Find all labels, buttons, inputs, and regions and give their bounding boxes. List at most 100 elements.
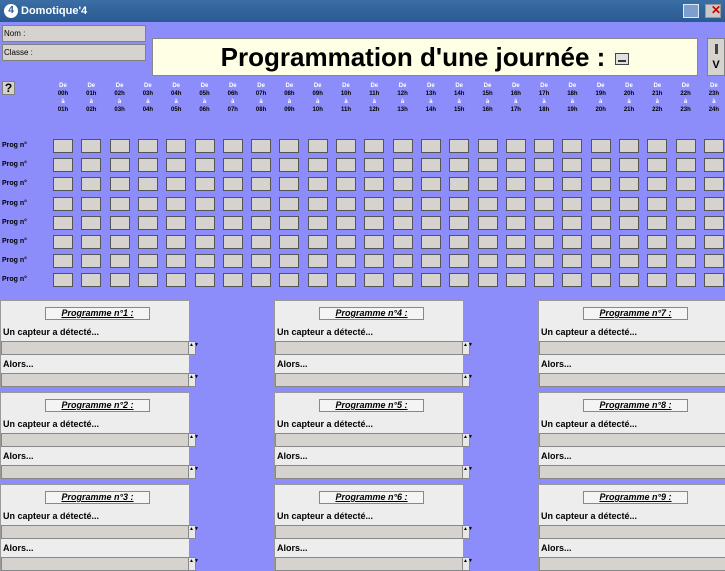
scroll-arrows-icon[interactable]: ▲▼ bbox=[462, 526, 473, 538]
schedule-slot[interactable] bbox=[194, 215, 215, 230]
scroll-arrows-icon[interactable]: ▲▼ bbox=[462, 434, 473, 446]
schedule-slot[interactable] bbox=[477, 273, 498, 288]
schedule-slot[interactable] bbox=[222, 215, 243, 230]
schedule-slot[interactable] bbox=[81, 139, 102, 153]
schedule-slot[interactable] bbox=[590, 196, 611, 211]
schedule-slot[interactable] bbox=[336, 139, 356, 153]
schedule-slot[interactable] bbox=[81, 273, 102, 288]
sensor-field[interactable]: ▲▼ bbox=[275, 341, 473, 355]
schedule-slot[interactable] bbox=[251, 177, 272, 192]
schedule-slot[interactable] bbox=[505, 177, 526, 192]
schedule-slot[interactable] bbox=[53, 215, 73, 230]
sensor-field[interactable]: ▲▼ bbox=[539, 433, 725, 447]
schedule-slot[interactable] bbox=[392, 235, 413, 249]
schedule-slot[interactable] bbox=[279, 215, 300, 230]
schedule-slot[interactable] bbox=[109, 139, 130, 153]
schedule-slot[interactable] bbox=[166, 215, 187, 230]
schedule-slot[interactable] bbox=[420, 215, 441, 230]
sensor-field[interactable]: ▲▼ bbox=[1, 525, 199, 539]
schedule-slot[interactable] bbox=[534, 177, 555, 192]
schedule-slot[interactable] bbox=[279, 139, 300, 153]
schedule-slot[interactable] bbox=[222, 177, 243, 192]
schedule-slot[interactable] bbox=[647, 177, 668, 192]
scroll-arrows-icon[interactable]: ▲▼ bbox=[188, 342, 199, 354]
schedule-slot[interactable] bbox=[336, 196, 356, 211]
schedule-slot[interactable] bbox=[137, 273, 158, 288]
schedule-slot[interactable] bbox=[534, 273, 555, 288]
schedule-slot[interactable] bbox=[279, 273, 300, 288]
schedule-slot[interactable] bbox=[619, 273, 639, 288]
schedule-slot[interactable] bbox=[279, 177, 300, 192]
schedule-slot[interactable] bbox=[675, 158, 696, 173]
schedule-slot[interactable] bbox=[420, 158, 441, 173]
schedule-slot[interactable] bbox=[392, 254, 413, 269]
schedule-slot[interactable] bbox=[420, 273, 441, 288]
scroll-arrows-icon[interactable]: ▲▼ bbox=[188, 466, 199, 478]
schedule-slot[interactable] bbox=[619, 177, 639, 192]
action-field[interactable]: ▲▼ bbox=[539, 373, 725, 387]
schedule-slot[interactable] bbox=[194, 235, 215, 249]
schedule-slot[interactable] bbox=[534, 196, 555, 211]
action-field[interactable]: ▲▼ bbox=[1, 373, 199, 387]
schedule-slot[interactable] bbox=[137, 235, 158, 249]
schedule-slot[interactable] bbox=[109, 177, 130, 192]
schedule-slot[interactable] bbox=[562, 273, 583, 288]
schedule-slot[interactable] bbox=[251, 196, 272, 211]
schedule-slot[interactable] bbox=[562, 196, 583, 211]
schedule-slot[interactable] bbox=[109, 196, 130, 211]
schedule-slot[interactable] bbox=[307, 273, 328, 288]
schedule-slot[interactable] bbox=[675, 273, 696, 288]
schedule-slot[interactable] bbox=[562, 254, 583, 269]
schedule-slot[interactable] bbox=[109, 254, 130, 269]
schedule-slot[interactable] bbox=[703, 273, 724, 288]
schedule-slot[interactable] bbox=[477, 235, 498, 249]
schedule-slot[interactable] bbox=[647, 196, 668, 211]
schedule-slot[interactable] bbox=[53, 158, 73, 173]
schedule-slot[interactable] bbox=[279, 254, 300, 269]
schedule-slot[interactable] bbox=[534, 254, 555, 269]
schedule-slot[interactable] bbox=[590, 158, 611, 173]
schedule-slot[interactable] bbox=[534, 139, 555, 153]
schedule-slot[interactable] bbox=[590, 273, 611, 288]
schedule-slot[interactable] bbox=[137, 215, 158, 230]
schedule-slot[interactable] bbox=[534, 235, 555, 249]
schedule-slot[interactable] bbox=[477, 177, 498, 192]
scroll-arrows-icon[interactable]: ▲▼ bbox=[188, 558, 199, 570]
schedule-slot[interactable] bbox=[619, 139, 639, 153]
schedule-slot[interactable] bbox=[307, 158, 328, 173]
schedule-slot[interactable] bbox=[364, 273, 385, 288]
schedule-slot[interactable] bbox=[336, 177, 356, 192]
schedule-slot[interactable] bbox=[590, 254, 611, 269]
schedule-slot[interactable] bbox=[590, 235, 611, 249]
schedule-slot[interactable] bbox=[703, 235, 724, 249]
schedule-slot[interactable] bbox=[420, 177, 441, 192]
schedule-slot[interactable] bbox=[675, 254, 696, 269]
schedule-slot[interactable] bbox=[590, 139, 611, 153]
schedule-slot[interactable] bbox=[477, 139, 498, 153]
schedule-slot[interactable] bbox=[222, 196, 243, 211]
schedule-slot[interactable] bbox=[194, 254, 215, 269]
schedule-slot[interactable] bbox=[505, 235, 526, 249]
schedule-slot[interactable] bbox=[53, 177, 73, 192]
schedule-slot[interactable] bbox=[420, 139, 441, 153]
scroll-arrows-icon[interactable]: ▲▼ bbox=[462, 466, 473, 478]
schedule-slot[interactable] bbox=[222, 235, 243, 249]
schedule-slot[interactable] bbox=[251, 254, 272, 269]
schedule-slot[interactable] bbox=[222, 139, 243, 153]
schedule-slot[interactable] bbox=[392, 139, 413, 153]
schedule-slot[interactable] bbox=[53, 254, 73, 269]
schedule-slot[interactable] bbox=[477, 158, 498, 173]
schedule-slot[interactable] bbox=[81, 254, 102, 269]
schedule-slot[interactable] bbox=[647, 139, 668, 153]
schedule-slot[interactable] bbox=[166, 254, 187, 269]
schedule-slot[interactable] bbox=[222, 158, 243, 173]
schedule-slot[interactable] bbox=[703, 158, 724, 173]
schedule-slot[interactable] bbox=[336, 273, 356, 288]
schedule-slot[interactable] bbox=[562, 235, 583, 249]
schedule-slot[interactable] bbox=[364, 158, 385, 173]
schedule-slot[interactable] bbox=[703, 254, 724, 269]
schedule-slot[interactable] bbox=[505, 139, 526, 153]
schedule-slot[interactable] bbox=[364, 254, 385, 269]
schedule-slot[interactable] bbox=[505, 196, 526, 211]
schedule-slot[interactable] bbox=[109, 235, 130, 249]
